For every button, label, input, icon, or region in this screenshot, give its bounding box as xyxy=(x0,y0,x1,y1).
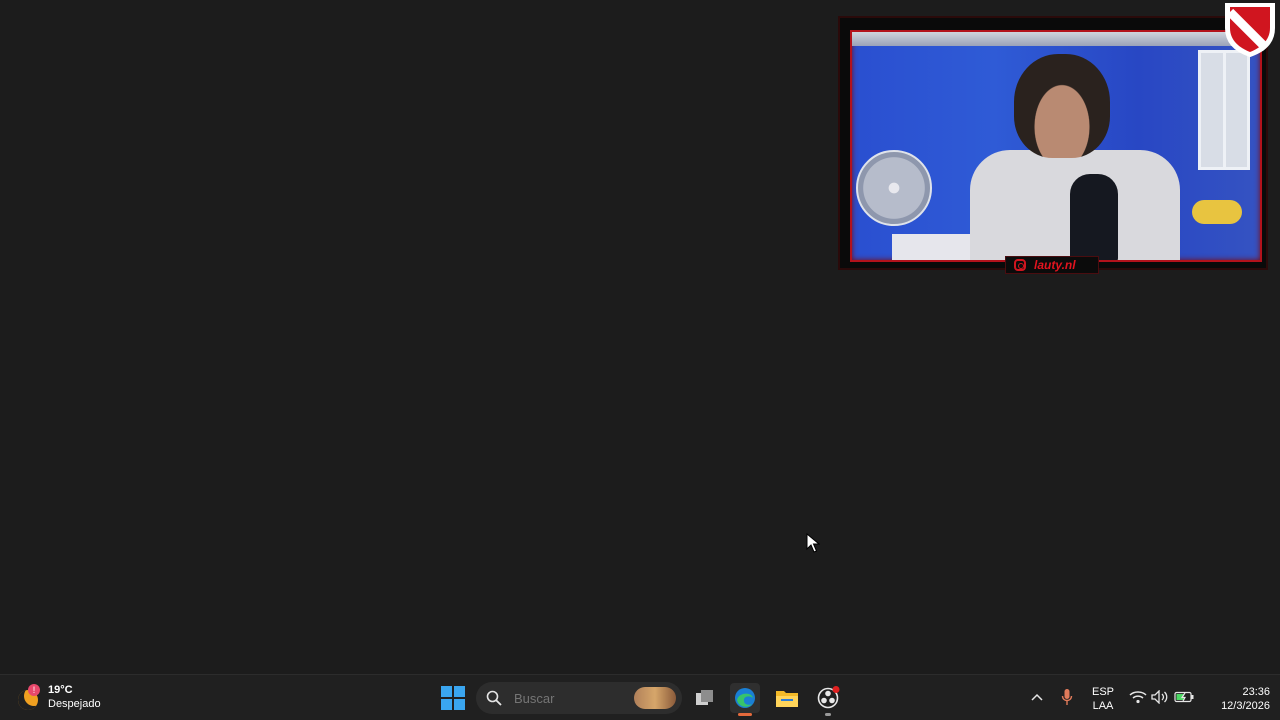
taskbar-search[interactable] xyxy=(476,682,682,714)
moon-weather-icon: ! xyxy=(16,684,42,710)
microphone-button[interactable] xyxy=(1057,687,1077,707)
wifi-icon xyxy=(1129,691,1147,704)
weather-alert-badge: ! xyxy=(28,684,40,696)
windows-logo-icon[interactable] xyxy=(440,685,466,711)
keyboard-layout: LAA xyxy=(1092,700,1114,712)
search-icon xyxy=(486,690,502,706)
webcam-window xyxy=(1198,50,1250,170)
show-hidden-icons-button[interactable] xyxy=(1027,687,1047,707)
cai-shield-logo xyxy=(1225,3,1275,58)
microphone-icon xyxy=(1061,689,1073,705)
edge-active-indicator xyxy=(738,713,752,716)
weather-condition: Despejado xyxy=(48,698,101,710)
taskbar: ! 19°C Despejado Buscar ESP LAA 23:36 12… xyxy=(0,674,1280,720)
weather-widget[interactable]: ! 19°C Despejado xyxy=(16,683,101,711)
file-explorer-button[interactable] xyxy=(772,683,802,713)
search-input[interactable] xyxy=(512,689,626,707)
search-highlight-image xyxy=(634,687,676,709)
instagram-icon xyxy=(1014,259,1026,271)
weather-text: 19°C Despejado xyxy=(48,683,101,711)
obs-icon xyxy=(817,686,840,709)
input-language-indicator[interactable]: ESP LAA xyxy=(1090,685,1116,713)
webcam-ceiling xyxy=(852,32,1260,46)
weather-temperature: 19°C xyxy=(48,684,73,696)
speaker-icon xyxy=(1151,690,1168,704)
battery-button[interactable] xyxy=(1174,687,1194,707)
webcam-feed xyxy=(850,30,1262,262)
webcam-handle-tag: lauty.nl xyxy=(1005,256,1099,274)
webcam-fan xyxy=(856,150,932,226)
webcam-overlay: lauty.nl xyxy=(838,16,1268,274)
folder-icon xyxy=(776,691,798,707)
language-code: ESP xyxy=(1091,686,1114,698)
clock[interactable]: 23:36 12/3/2026 xyxy=(1204,685,1270,713)
network-button[interactable] xyxy=(1128,687,1148,707)
volume-button[interactable] xyxy=(1150,687,1170,707)
webcam-fruit xyxy=(1192,200,1242,224)
task-view-icon xyxy=(696,690,713,705)
chevron-up-icon xyxy=(1031,693,1043,701)
clock-date: 12/3/2026 xyxy=(1221,700,1270,712)
desktop: lauty.nl xyxy=(0,0,1280,674)
mouse-cursor-icon xyxy=(806,533,820,553)
edge-icon xyxy=(735,688,755,708)
obs-button[interactable] xyxy=(813,683,843,716)
clock-time: 23:36 xyxy=(1242,686,1270,698)
obs-running-indicator xyxy=(825,713,831,716)
task-view-button[interactable] xyxy=(690,683,720,713)
webcam-microphone xyxy=(1070,174,1118,260)
webcam-handle: lauty.nl xyxy=(1034,258,1076,272)
webcam-person-head xyxy=(1014,54,1110,158)
edge-button[interactable] xyxy=(730,683,760,716)
battery-charging-icon xyxy=(1174,691,1194,703)
